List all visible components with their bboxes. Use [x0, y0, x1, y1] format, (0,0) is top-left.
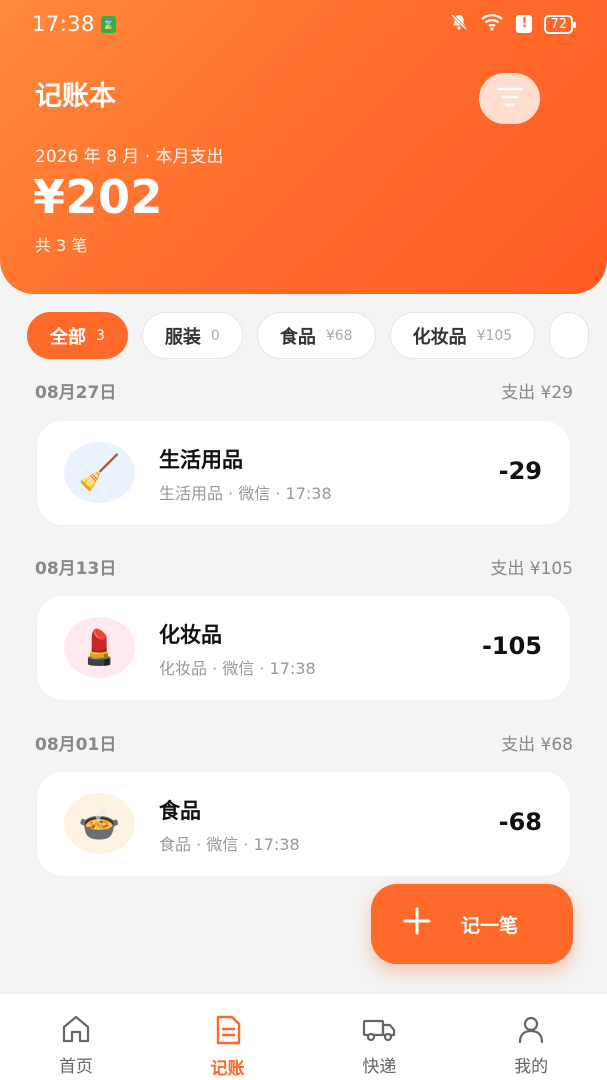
wifi-icon: [480, 13, 504, 35]
transaction-card[interactable]: 💄 化妆品 化妆品 · 微信 · 17:38 -105: [37, 596, 570, 700]
tab-ledger[interactable]: 记账: [173, 994, 283, 1079]
tab-label: 记账: [210, 1059, 245, 1079]
status-time: 17:38: [32, 12, 96, 36]
filter-icon: [495, 85, 525, 113]
add-record-button[interactable]: 记一笔: [371, 884, 573, 964]
chip-count: 3: [96, 327, 105, 344]
transaction-card[interactable]: 🧹 生活用品 生活用品 · 微信 · 17:38 -29: [37, 421, 570, 525]
alert-icon: !: [516, 15, 533, 33]
truck-icon: [361, 1014, 397, 1048]
mute-icon: [450, 13, 468, 35]
tab-label: 我的: [514, 1057, 549, 1077]
filter-button[interactable]: [479, 73, 540, 124]
chip-label: 化妆品: [412, 326, 467, 348]
transaction-card[interactable]: 🍲 食品 食品 · 微信 · 17:38 -68: [37, 772, 570, 876]
plus-icon: [403, 907, 431, 941]
transaction-meta: 化妆品 · 微信 · 17:38: [159, 659, 316, 678]
chip-amount: ¥68: [325, 327, 353, 344]
tab-label: 首页: [58, 1057, 93, 1077]
chip-more[interactable]: [549, 312, 590, 359]
ledger-icon: [213, 1014, 243, 1050]
transaction-amount: -68: [498, 808, 542, 836]
broom-icon: 🧹: [64, 442, 135, 503]
status-bar: 17:38 ⌛ ! 72: [0, 0, 607, 48]
chip-cosmetics[interactable]: 化妆品 ¥105: [389, 312, 536, 359]
record-count: 共 3 笔: [35, 236, 88, 255]
transaction-title: 食品: [159, 799, 201, 823]
lipstick-icon: 💄: [64, 617, 135, 678]
day-date: 08月01日: [35, 734, 117, 755]
chip-label: 食品: [279, 326, 316, 348]
battery-indicator: 72: [544, 14, 576, 34]
page-title: 记账本: [35, 81, 116, 112]
home-icon: [60, 1014, 92, 1048]
person-icon: [516, 1014, 546, 1048]
day-header: 08月01日 支出 ¥68: [35, 730, 573, 755]
day-header: 08月27日 支出 ¥29: [35, 378, 573, 403]
day-total: 支出 ¥68: [501, 734, 573, 755]
day-date: 08月13日: [35, 558, 117, 579]
chip-all[interactable]: 全部 3: [27, 312, 128, 359]
chip-clothing[interactable]: 服装 0: [141, 312, 243, 359]
chip-food[interactable]: 食品 ¥68: [256, 312, 376, 359]
tab-label: 快递: [362, 1057, 397, 1077]
day-date: 08月27日: [35, 382, 117, 403]
tab-express[interactable]: 快递: [324, 994, 434, 1077]
category-filter-row: 全部 3 服装 0 食品 ¥68 化妆品 ¥105: [27, 312, 607, 360]
day-header: 08月13日 支出 ¥105: [35, 554, 573, 579]
chip-label: 服装: [164, 326, 201, 348]
day-total: 支出 ¥105: [490, 558, 573, 579]
monthly-total: ¥202: [33, 170, 164, 224]
transaction-amount: -29: [498, 457, 542, 485]
header-banner: 17:38 ⌛ ! 72 记账本 2026 年 8 月 · 本月支出 ¥202 …: [0, 0, 607, 294]
hourglass-icon: ⌛: [101, 15, 117, 33]
transaction-amount: -105: [481, 632, 542, 660]
chip-amount: ¥105: [476, 327, 513, 344]
add-record-label: 记一笔: [461, 914, 519, 937]
transaction-title: 生活用品: [159, 448, 243, 472]
month-summary-label: 2026 年 8 月 · 本月支出: [35, 147, 224, 167]
transaction-meta: 生活用品 · 微信 · 17:38: [159, 484, 332, 503]
chip-label: 全部: [50, 326, 86, 348]
transaction-title: 化妆品: [159, 623, 222, 647]
tab-home[interactable]: 首页: [21, 994, 131, 1077]
transaction-meta: 食品 · 微信 · 17:38: [159, 835, 300, 854]
day-total: 支出 ¥29: [501, 382, 573, 403]
food-bowl-icon: 🍲: [64, 793, 135, 854]
chip-count: 0: [210, 327, 220, 344]
tab-profile[interactable]: 我的: [476, 994, 586, 1077]
bottom-tab-bar: 首页 记账 快递 我的: [0, 993, 607, 1080]
